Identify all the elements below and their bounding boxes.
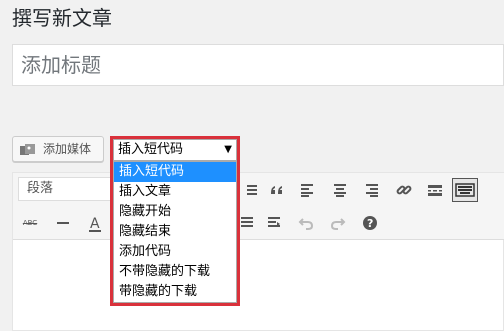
add-media-button[interactable]: 添加媒体	[12, 136, 104, 162]
indent-icon[interactable]	[263, 212, 285, 234]
svg-text:A: A	[90, 216, 100, 232]
shortcode-option[interactable]: 插入短代码	[114, 162, 236, 182]
shortcode-select[interactable]: 插入短代码 ▼	[113, 139, 237, 161]
bullet-list-icon[interactable]	[239, 179, 261, 201]
read-more-icon[interactable]	[424, 179, 446, 201]
toolbar-toggle-button[interactable]	[452, 178, 478, 202]
undo-icon[interactable]	[295, 212, 317, 234]
align-left-icon[interactable]	[296, 179, 318, 201]
shortcode-dropdown: 插入短代码 插入文章 隐藏开始 隐藏结束 添加代码 不带隐藏的下载 带隐藏的下载	[113, 161, 237, 303]
horizontal-line-icon[interactable]	[52, 212, 74, 234]
text-color-icon[interactable]: A	[84, 212, 106, 234]
shortcode-option[interactable]: 添加代码	[114, 242, 236, 262]
align-right-icon[interactable]	[361, 179, 383, 201]
page-title: 撰写新文章	[12, 6, 112, 30]
add-media-label: 添加媒体	[43, 142, 92, 156]
shortcode-option[interactable]: 带隐藏的下载	[114, 282, 236, 302]
shortcode-option[interactable]: 不带隐藏的下载	[114, 262, 236, 282]
redo-icon[interactable]	[327, 212, 349, 234]
blockquote-icon[interactable]	[266, 179, 288, 201]
shortcode-select-value: 插入短代码	[118, 142, 184, 157]
shortcode-option[interactable]: 隐藏结束	[114, 222, 236, 242]
media-icon	[20, 142, 35, 156]
link-icon[interactable]	[393, 179, 415, 201]
format-select[interactable]: 段落	[18, 177, 111, 201]
keyboard-icon	[455, 183, 475, 197]
shortcode-option[interactable]: 插入文章	[114, 182, 236, 202]
help-icon[interactable]: ?	[359, 212, 381, 234]
post-title-input[interactable]: 添加标题	[12, 44, 504, 86]
align-center-icon[interactable]	[329, 179, 351, 201]
shortcode-option[interactable]: 隐藏开始	[114, 202, 236, 222]
strikethrough-icon[interactable]: ABC	[19, 212, 41, 234]
svg-text:?: ?	[367, 217, 373, 230]
dropdown-arrow-icon: ▼	[224, 144, 232, 155]
